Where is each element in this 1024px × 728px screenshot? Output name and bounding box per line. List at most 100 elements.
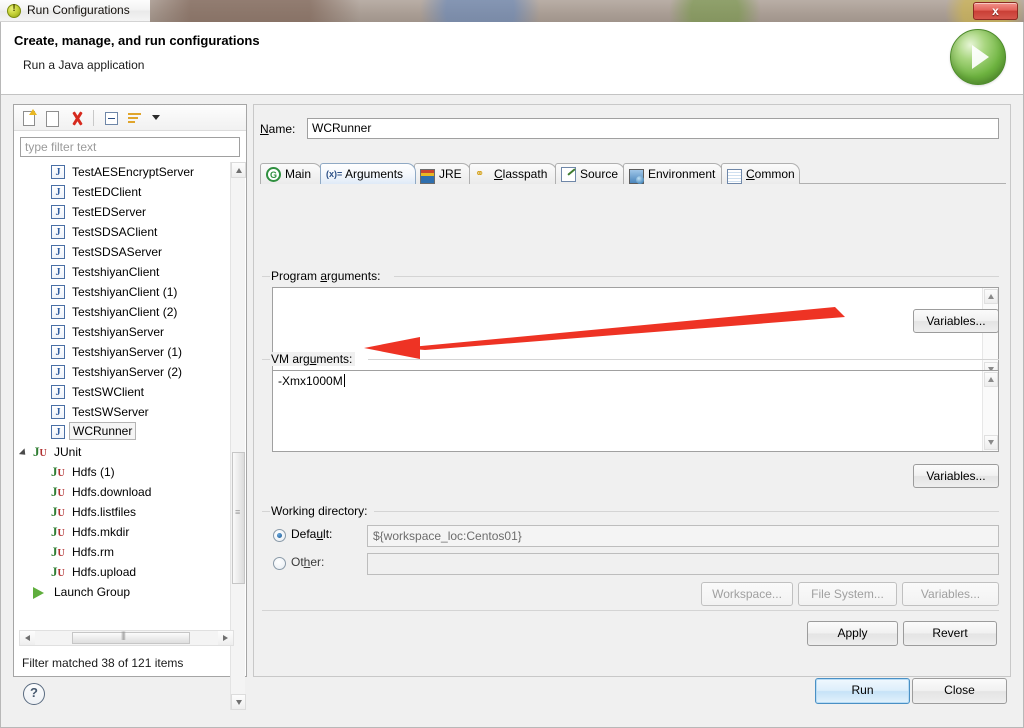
scroll-up-icon[interactable] bbox=[231, 162, 246, 178]
expand-twisty-icon[interactable] bbox=[19, 448, 29, 458]
tree-item-testshiyanclient[interactable]: TestshiyanClient bbox=[19, 262, 241, 283]
scroll-right-icon[interactable] bbox=[218, 631, 233, 645]
close-icon[interactable]: x bbox=[973, 2, 1018, 20]
tab-source[interactable]: Source bbox=[555, 163, 625, 184]
working-directory-other-label: Other: bbox=[291, 555, 325, 569]
scroll-left-icon[interactable] bbox=[20, 631, 35, 645]
tab-classpath[interactable]: ⚭ Classpath bbox=[469, 163, 557, 184]
run-button[interactable]: Run bbox=[815, 678, 910, 704]
tree-horizontal-scroll-thumb[interactable] bbox=[72, 630, 190, 644]
working-directory-other-radio[interactable] bbox=[273, 557, 286, 570]
delete-configuration-icon[interactable] bbox=[68, 109, 86, 127]
tree-item-hdfs-listfiles[interactable]: JU Hdfs.listfiles bbox=[19, 502, 241, 522]
editor-tabs: Main (x)=Arguments JRE ⚭ Classpath Source Envi… bbox=[260, 163, 1006, 185]
scroll-down-icon[interactable] bbox=[231, 694, 246, 710]
tree-item-testshiyanserver-1[interactable]: TestshiyanServer (1) bbox=[19, 342, 241, 363]
vm-arguments-label: VM arguments: bbox=[268, 352, 356, 366]
junit-icon: JU bbox=[51, 464, 65, 479]
tab-label: Arguments bbox=[345, 167, 404, 181]
junit-icon: JU bbox=[51, 524, 65, 539]
close-button[interactable]: Close bbox=[912, 678, 1007, 704]
group-line-right bbox=[368, 359, 999, 360]
vm-arguments-value: -Xmx1000M bbox=[278, 374, 343, 388]
tree-item-label: Hdfs.upload bbox=[72, 565, 137, 579]
scroll-up-icon[interactable] bbox=[984, 372, 998, 387]
tab-common[interactable]: Common bbox=[721, 163, 800, 184]
new-configuration-icon[interactable] bbox=[20, 109, 38, 127]
tree-item-label: TestSDSAServer bbox=[72, 245, 163, 259]
scroll-down-icon[interactable] bbox=[984, 435, 998, 450]
tab-environment[interactable]: Environment bbox=[623, 163, 723, 184]
tree-item-wcrunner[interactable]: WCRunner bbox=[19, 422, 241, 443]
tree-vertical-scrollbar[interactable] bbox=[230, 162, 246, 710]
search-input[interactable]: type filter text bbox=[20, 137, 240, 157]
tab-main[interactable]: Main bbox=[260, 163, 322, 185]
tree-item-testsdsaclient[interactable]: TestSDSAClient bbox=[19, 222, 241, 243]
vm-arguments-textarea[interactable]: -Xmx1000M bbox=[272, 370, 999, 452]
tree-item-testaesencryptserver[interactable]: TestAESEncryptServer bbox=[19, 162, 241, 183]
configuration-editor-panel: Name: WCRunner Main (x)=Arguments JRE ⚭ Clas… bbox=[253, 104, 1011, 677]
classpath-tab-icon: ⚭ bbox=[475, 168, 485, 180]
junit-icon: JU bbox=[51, 544, 65, 559]
tree-item-label: TestshiyanServer (2) bbox=[72, 365, 183, 379]
tree-item-testedclient[interactable]: TestEDClient bbox=[19, 182, 241, 203]
tree-vertical-scroll-thumb[interactable] bbox=[232, 452, 245, 584]
working-directory-default-radio[interactable] bbox=[273, 529, 286, 542]
tree-item-label: TestshiyanServer (1) bbox=[72, 345, 183, 359]
tree-item-hdfs-rm[interactable]: JU Hdfs.rm bbox=[19, 542, 241, 562]
tree-item-testsdsaserver[interactable]: TestSDSAServer bbox=[19, 242, 241, 263]
tree-item-testshiyanserver-2[interactable]: TestshiyanServer (2) bbox=[19, 362, 241, 383]
tree-item-junit[interactable]: JU JUnit bbox=[19, 442, 241, 462]
scroll-up-icon[interactable] bbox=[984, 289, 998, 304]
apply-button[interactable]: Apply bbox=[807, 621, 898, 646]
configuration-name-input[interactable]: WCRunner bbox=[307, 118, 999, 139]
program-arguments-variables-button[interactable]: Variables... bbox=[913, 309, 999, 333]
source-tab-icon bbox=[561, 167, 576, 182]
tree-item-testshiyanserver[interactable]: TestshiyanServer bbox=[19, 322, 241, 343]
tree-item-hdfs-download[interactable]: JU Hdfs.download bbox=[19, 482, 241, 502]
tab-label: Common bbox=[746, 167, 795, 181]
file-system-button: File System... bbox=[798, 582, 897, 606]
tree-toolbar bbox=[14, 105, 246, 131]
tree-horizontal-scrollbar[interactable] bbox=[19, 630, 234, 646]
group-line-right bbox=[394, 276, 999, 277]
configurations-tree[interactable]: TestAESEncryptServer TestEDClient TestEDSe… bbox=[19, 162, 241, 710]
tab-jre[interactable]: JRE bbox=[414, 163, 471, 184]
working-directory-default-value: ${workspace_loc:Centos01} bbox=[367, 525, 999, 547]
program-arguments-textarea[interactable] bbox=[272, 287, 999, 379]
launch-group-icon bbox=[33, 587, 44, 599]
page-subtitle: Run a Java application bbox=[23, 58, 145, 72]
revert-button-label: Revert bbox=[932, 626, 968, 640]
program-arguments-scrollbar[interactable] bbox=[982, 288, 998, 378]
tree-item-hdfs-mkdir[interactable]: JU Hdfs.mkdir bbox=[19, 522, 241, 542]
working-directory-other-input[interactable] bbox=[367, 553, 999, 575]
java-application-icon bbox=[51, 223, 65, 243]
collapse-all-icon[interactable] bbox=[102, 109, 120, 127]
java-application-icon bbox=[51, 323, 65, 343]
tree-item-testswclient[interactable]: TestSWClient bbox=[19, 382, 241, 403]
tree-item-hdfs-1[interactable]: JU Hdfs (1) bbox=[19, 462, 241, 482]
java-application-icon bbox=[51, 303, 65, 323]
tree-item-label: Hdfs.rm bbox=[72, 545, 114, 559]
duplicate-configuration-icon[interactable] bbox=[44, 109, 62, 127]
tab-arguments[interactable]: (x)= Arguments bbox=[320, 163, 416, 184]
vm-arguments-scrollbar[interactable] bbox=[982, 371, 998, 451]
java-application-icon bbox=[51, 243, 65, 263]
tree-item-hdfs-upload[interactable]: JU Hdfs.upload bbox=[19, 562, 241, 582]
group-line-left bbox=[262, 359, 270, 360]
tree-item-testshiyanclient-2[interactable]: TestshiyanClient (2) bbox=[19, 302, 241, 323]
configurations-tree-panel: type filter text TestAESEncryptServerTes… bbox=[13, 104, 247, 710]
filter-icon[interactable] bbox=[126, 109, 144, 127]
chevron-down-icon[interactable] bbox=[152, 115, 160, 120]
tree-item-label: TestAESEncryptServer bbox=[72, 165, 195, 179]
tree-item-testswserver[interactable]: TestSWServer bbox=[19, 402, 241, 423]
tree-item-launch-group[interactable]: Launch Group bbox=[19, 582, 241, 602]
help-question-icon[interactable] bbox=[23, 683, 45, 705]
tree-item-label: JUnit bbox=[54, 445, 82, 459]
tab-label: JRE bbox=[439, 167, 462, 181]
tree-item-testshiyanclient-1[interactable]: TestshiyanClient (1) bbox=[19, 282, 241, 303]
tree-item-testedserver[interactable]: TestEDServer bbox=[19, 202, 241, 223]
revert-button[interactable]: Revert bbox=[903, 621, 997, 646]
vm-arguments-variables-button[interactable]: Variables... bbox=[913, 464, 999, 488]
group-line-left bbox=[262, 511, 270, 512]
